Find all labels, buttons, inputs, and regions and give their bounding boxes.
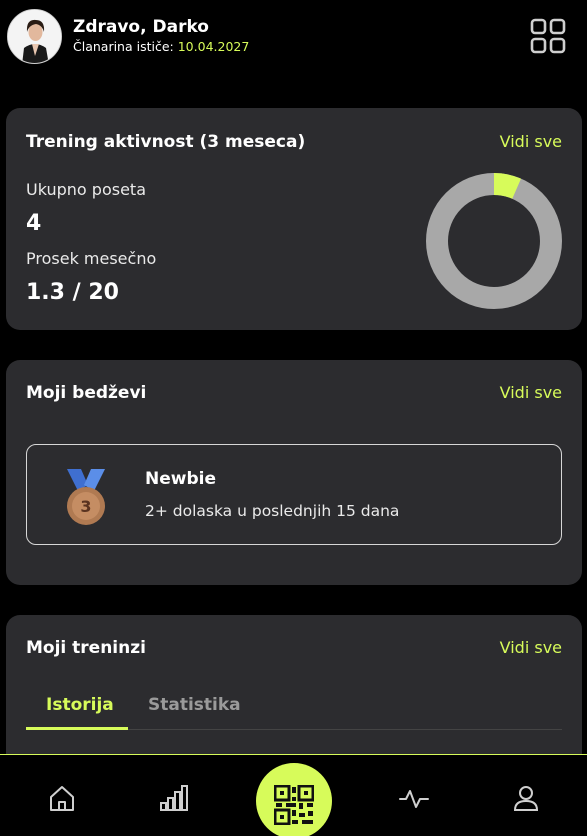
membership-label: Članarina ističe: bbox=[73, 39, 174, 54]
medal-icon: 3 bbox=[67, 469, 105, 525]
badge-item[interactable]: 3 Newbie 2+ dolaska u poslednjih 15 dana bbox=[26, 444, 562, 545]
total-visits-label: Ukupno poseta bbox=[26, 180, 146, 199]
badges-see-all-link[interactable]: Vidi sve bbox=[500, 383, 562, 402]
medal-rank: 3 bbox=[80, 497, 91, 516]
activity-card: Trening aktivnost (3 meseca) Vidi sve Uk… bbox=[6, 108, 582, 330]
active-tab-indicator bbox=[26, 727, 128, 730]
activity-icon[interactable] bbox=[399, 783, 429, 813]
avatar[interactable] bbox=[7, 9, 62, 64]
trainings-see-all-link[interactable]: Vidi sve bbox=[500, 638, 562, 657]
grid-icon[interactable] bbox=[530, 18, 566, 54]
bottom-navigation bbox=[0, 754, 587, 836]
tab-statistics[interactable]: Statistika bbox=[148, 695, 241, 715]
header: Zdravo, Darko Članarina ističe: 10.04.20… bbox=[0, 0, 587, 72]
activity-title: Trening aktivnost (3 meseca) bbox=[26, 132, 306, 152]
membership-expiry: Članarina ističe: 10.04.2027 bbox=[73, 39, 249, 54]
badge-description: 2+ dolaska u poslednjih 15 dana bbox=[145, 502, 400, 520]
tab-history[interactable]: Istorija bbox=[46, 695, 114, 715]
donut-track bbox=[426, 173, 562, 309]
trainings-card: Moji treninzi Vidi sve Istorija Statisti… bbox=[6, 615, 582, 775]
qr-code-button[interactable] bbox=[256, 763, 332, 836]
qr-code-icon bbox=[274, 785, 314, 825]
total-visits-value: 4 bbox=[26, 211, 42, 236]
bar-chart-icon[interactable] bbox=[159, 783, 189, 813]
monthly-average-label: Prosek mesečno bbox=[26, 249, 157, 268]
badges-card: Moji bedževi Vidi sve 3 Newbie 2+ dolask… bbox=[6, 360, 582, 585]
greeting: Zdravo, Darko bbox=[73, 17, 209, 37]
membership-date: 10.04.2027 bbox=[177, 39, 250, 54]
home-icon[interactable] bbox=[47, 783, 77, 813]
badge-name: Newbie bbox=[145, 469, 216, 489]
user-icon[interactable] bbox=[511, 783, 541, 813]
activity-see-all-link[interactable]: Vidi sve bbox=[500, 132, 562, 151]
badges-title: Moji bedževi bbox=[26, 383, 147, 403]
activity-donut-chart bbox=[426, 173, 562, 309]
monthly-average-value: 1.3 / 20 bbox=[26, 280, 119, 305]
trainings-title: Moji treninzi bbox=[26, 638, 146, 658]
